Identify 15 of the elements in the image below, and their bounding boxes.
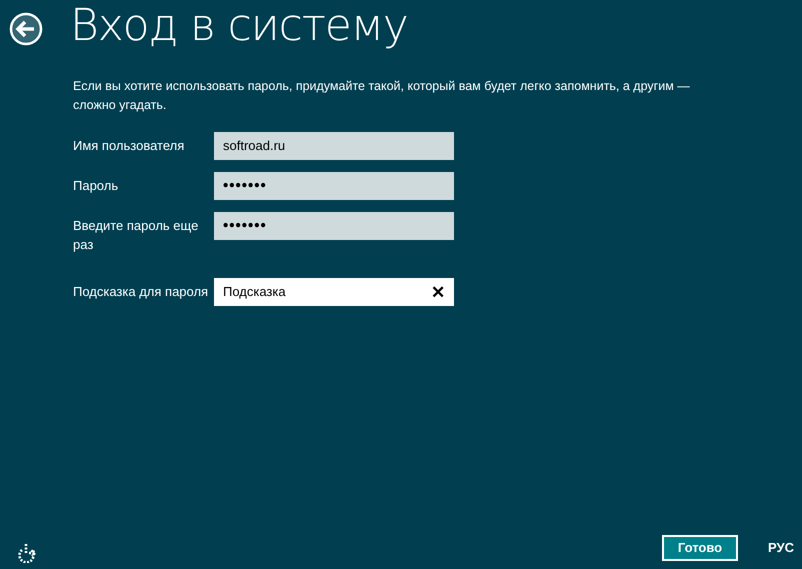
field-label: Пароль	[73, 177, 120, 195]
field-label: Имя пользователя	[73, 137, 186, 155]
password-field[interactable]: •••••••	[214, 172, 454, 200]
accessibility-icon[interactable]	[16, 543, 36, 563]
page-title: Вход в систему	[70, 0, 408, 52]
input-field[interactable]: Подсказка ✕	[214, 278, 454, 306]
description-text: Если вы хотите использовать пароль, придумайте такой, который вам будет легко запомнить, а другим — сложно угадать.	[73, 78, 691, 114]
field-label: Введите пароль еще раз	[73, 217, 200, 254]
input-field[interactable]: softroad.ru	[214, 132, 454, 160]
language-indicator[interactable]: РУС	[768, 538, 794, 558]
clear-button[interactable]: ✕	[431, 284, 445, 300]
done-button[interactable]: Готово	[662, 535, 738, 561]
back-button[interactable]	[8, 11, 44, 47]
field-label: Подсказка для пароля	[73, 283, 210, 301]
password-field[interactable]: •••••••	[214, 212, 454, 240]
